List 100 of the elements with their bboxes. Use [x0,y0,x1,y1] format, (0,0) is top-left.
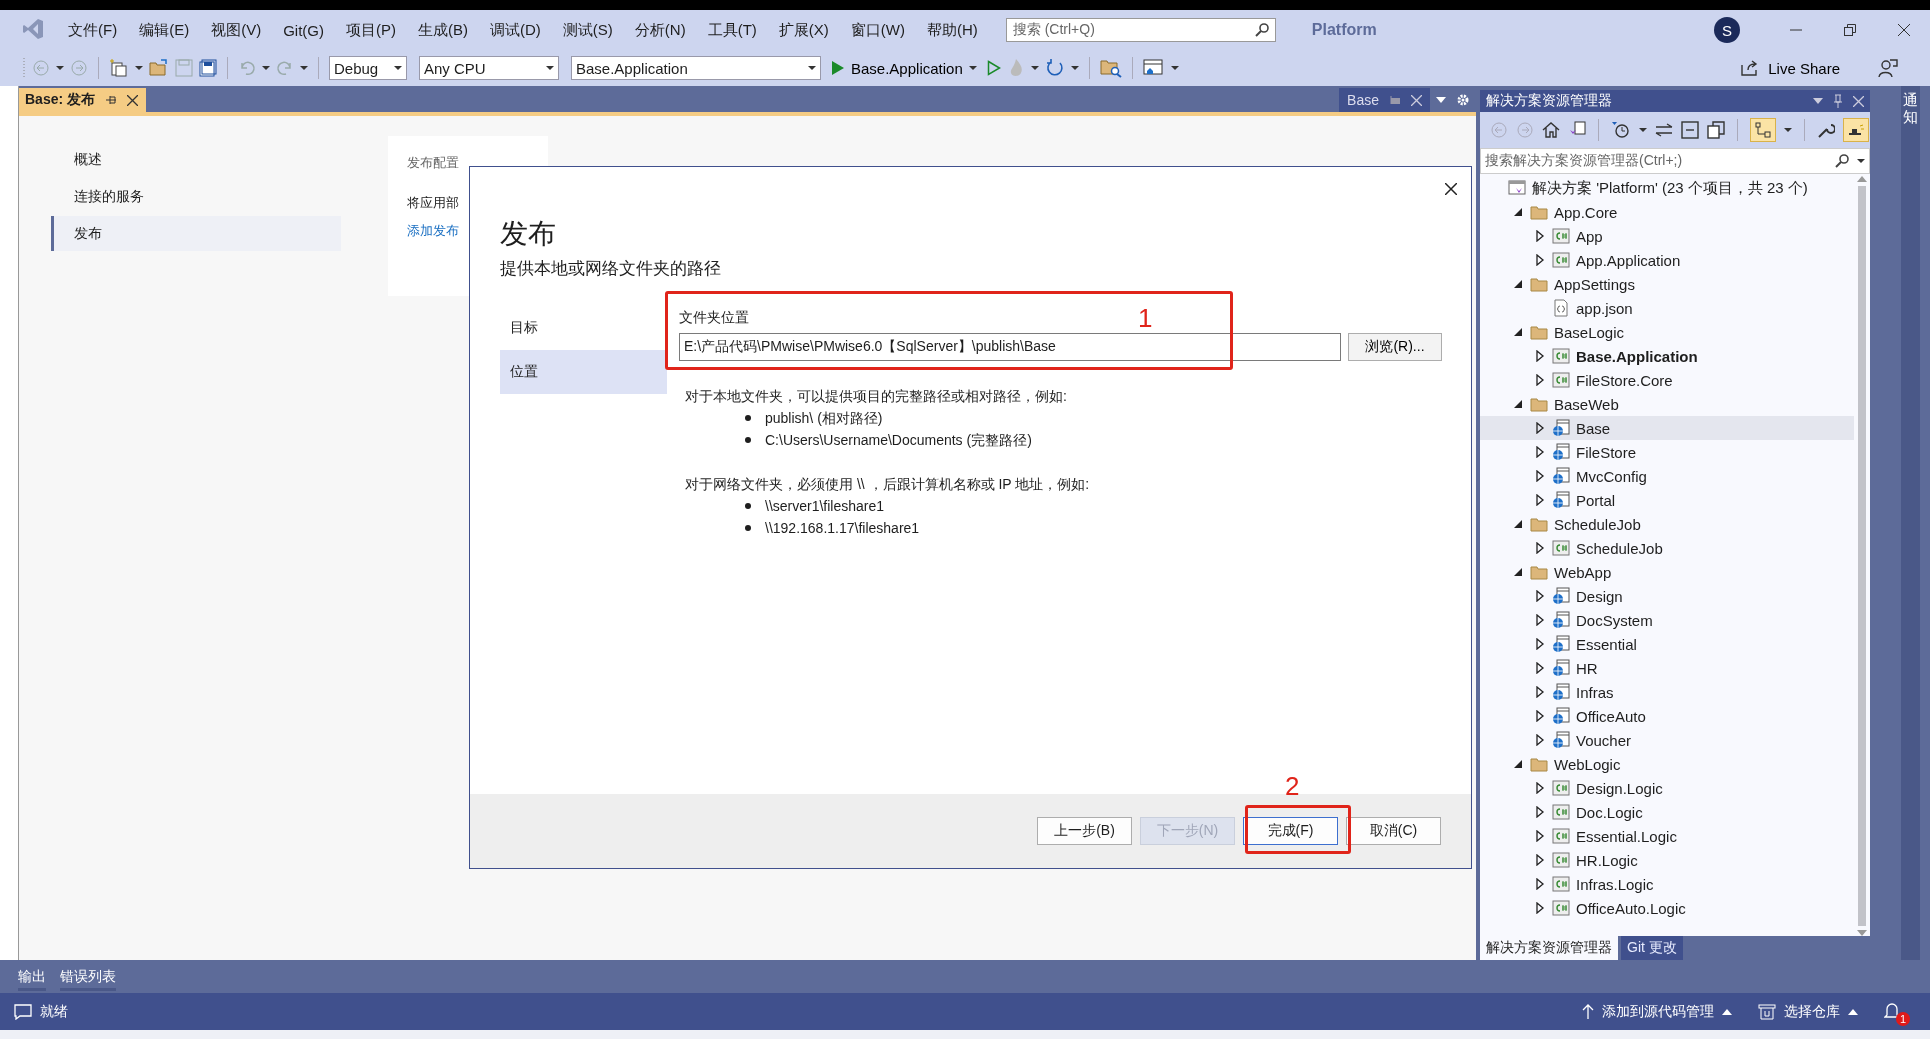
home-icon[interactable] [1542,121,1560,139]
wrench-icon[interactable] [1817,121,1835,139]
document-tab[interactable]: Base: 发布 [19,88,147,112]
tree-item[interactable]: Infras [1480,680,1854,704]
dropdown-caret-icon[interactable] [135,65,143,71]
keep-open-icon[interactable] [1389,94,1401,106]
menu-item[interactable]: 项目(P) [338,20,404,40]
tree-item[interactable]: AppSettings [1480,272,1854,296]
expanded-arrow-icon[interactable] [1513,519,1523,529]
refresh-icon[interactable] [1044,58,1065,78]
expanded-arrow-icon[interactable] [1513,399,1523,409]
collapsed-arrow-icon[interactable] [1535,734,1545,746]
step-item[interactable]: 目标 [500,306,667,350]
expanded-arrow-icon[interactable] [1513,567,1523,577]
dropdown-caret-icon[interactable] [1170,65,1179,71]
nav-item[interactable]: 概述 [51,142,341,177]
open-folder-icon[interactable] [149,59,169,77]
collapsed-arrow-icon[interactable] [1535,446,1545,458]
user-avatar[interactable]: S [1714,17,1740,43]
tree-item[interactable]: Base [1480,416,1854,440]
tree-item[interactable]: FileStore [1480,440,1854,464]
sync-icon[interactable] [1655,123,1673,137]
bell-icon[interactable] [1884,1001,1900,1019]
configuration-dropdown[interactable]: Debug [329,56,407,80]
tree-item[interactable]: WebApp [1480,560,1854,584]
menu-item[interactable]: 测试(S) [554,20,621,40]
search-icon[interactable] [1254,23,1269,37]
dropdown-caret-icon[interactable] [1639,127,1647,133]
tree-item[interactable]: WebLogic [1480,752,1854,776]
dropdown-caret-icon[interactable] [1070,65,1079,71]
search-icon[interactable] [1835,154,1849,168]
expanded-arrow-icon[interactable] [1513,759,1523,769]
dropdown-caret-icon[interactable] [262,65,270,71]
add-profile-link[interactable]: 添加发布 [407,222,459,240]
collapsed-arrow-icon[interactable] [1535,422,1545,434]
tree-item[interactable]: Portal [1480,488,1854,512]
collapsed-arrow-icon[interactable] [1535,542,1545,554]
menu-item[interactable]: 窗口(W) [842,20,913,40]
collapsed-arrow-icon[interactable] [1535,902,1545,914]
collapse-all-icon[interactable] [1681,121,1699,139]
expanded-arrow-icon[interactable] [1513,327,1523,337]
collapsed-arrow-icon[interactable] [1535,710,1545,722]
collapsed-arrow-icon[interactable] [1535,686,1545,698]
menu-item[interactable]: 分析(N) [626,20,694,40]
collapsed-arrow-icon[interactable] [1535,614,1545,626]
save-all-icon[interactable] [199,59,217,77]
browse-button[interactable]: 浏览(R)... [1348,333,1442,361]
collapsed-arrow-icon[interactable] [1535,230,1545,242]
tree-item[interactable]: App [1480,224,1854,248]
collapsed-arrow-icon[interactable] [1535,350,1545,362]
run-without-debugging-icon[interactable] [986,60,1001,76]
collapsed-arrow-icon[interactable] [1535,806,1545,818]
preview-tab[interactable]: Base [1339,88,1430,112]
copy-icon[interactable] [1707,121,1725,139]
tree-item[interactable]: OfficeAuto.Logic [1480,896,1854,920]
live-share-button[interactable]: Live Share [1734,58,1846,78]
dialog-button[interactable]: 完成(F) [1243,817,1338,845]
collapsed-arrow-icon[interactable] [1535,470,1545,482]
dialog-button[interactable]: 上一步(B) [1037,817,1132,845]
browser-window-icon[interactable] [1142,58,1165,78]
search-field[interactable]: 搜索 (Ctrl+Q) [1005,18,1276,42]
feedback-person-icon[interactable] [1878,58,1898,78]
menu-item[interactable]: 文件(F) [60,20,126,40]
tree-item[interactable]: Voucher [1480,728,1854,752]
menu-item[interactable]: 生成(B) [410,20,476,40]
menu-item[interactable]: 视图(V) [203,20,270,40]
dropdown-caret-icon[interactable] [1857,158,1865,164]
scrollbar[interactable] [1854,176,1870,936]
settings-icon[interactable] [1456,93,1470,107]
collapsed-arrow-icon[interactable] [1535,590,1545,602]
tree-item[interactable]: Essential.Logic [1480,824,1854,848]
dialog-button[interactable]: 取消(C) [1346,817,1441,845]
platform-dropdown[interactable]: Any CPU [419,56,559,80]
scroll-up-icon[interactable] [1857,176,1867,182]
menu-item[interactable]: Git(G) [275,21,332,39]
menu-item[interactable]: 扩展(X) [770,20,837,40]
notifications-side-tab[interactable]: 通知 [1900,86,1920,960]
panel-tab[interactable]: Git 更改 [1621,936,1683,960]
nav-item[interactable]: 连接的服务 [51,179,341,214]
close-icon[interactable] [127,94,139,106]
tree-item[interactable]: 解决方案 'Platform' (23 个项目，共 23 个) [1480,176,1854,200]
tree-item[interactable]: ScheduleJob [1480,512,1854,536]
run-button[interactable]: Base.Application [827,59,981,77]
tree-item[interactable]: MvcConfig [1480,464,1854,488]
tree-item[interactable]: DocSystem [1480,608,1854,632]
dropdown-caret-icon[interactable] [1030,65,1039,71]
collapsed-arrow-icon[interactable] [1535,782,1545,794]
scroll-down-icon[interactable] [1857,930,1867,936]
tree-item[interactable]: OfficeAuto [1480,704,1854,728]
tree-item[interactable]: FileStore.Core [1480,368,1854,392]
tree-item[interactable]: Base.Application [1480,344,1854,368]
menu-item[interactable]: 帮助(H) [918,20,986,40]
tree-item[interactable]: Essential [1480,632,1854,656]
folder-search-icon[interactable] [1099,58,1122,78]
dropdown-caret-icon[interactable] [968,65,977,71]
solution-search-field[interactable]: 搜索解决方案资源管理器(Ctrl+;) [1480,148,1870,174]
collapsed-arrow-icon[interactable] [1535,638,1545,650]
tree-item[interactable]: HR [1480,656,1854,680]
show-all-files-toggle[interactable] [1750,118,1776,142]
step-item[interactable]: 位置 [500,350,667,394]
